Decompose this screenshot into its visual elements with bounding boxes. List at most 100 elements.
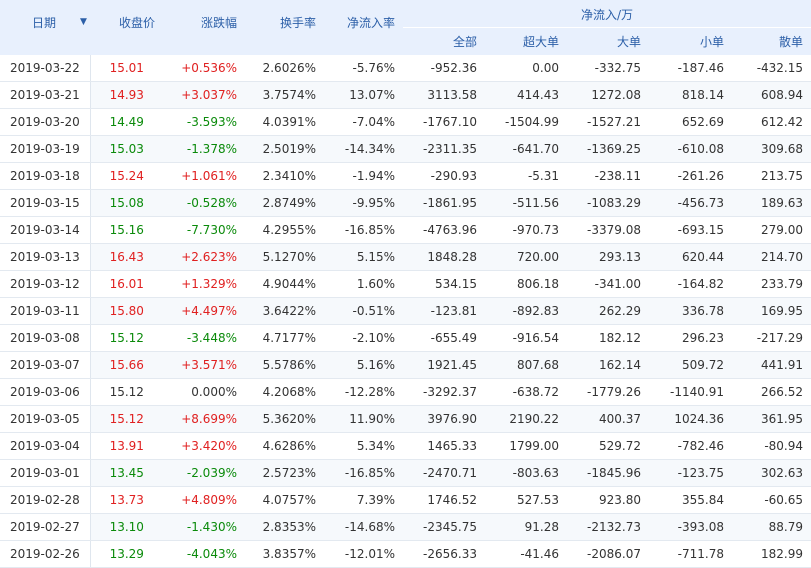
cell-retail: 233.79 (732, 270, 811, 298)
cell-turnover: 4.0757% (245, 486, 324, 514)
cell-small: 818.14 (649, 81, 732, 109)
cell-date: 2019-02-27 (0, 513, 91, 541)
table-row: 2019-03-04 13.91 +3.420% 4.6286% 5.34% 1465.3… (0, 432, 811, 460)
cell-turnover: 5.3620% (245, 405, 324, 433)
header-change[interactable]: 涨跌幅 (163, 0, 245, 55)
cell-super-large: -970.73 (485, 216, 567, 244)
cell-netflow-rate: -12.28% (324, 378, 403, 406)
cell-retail: 309.68 (732, 135, 811, 163)
header-super-large[interactable]: 超大单 (485, 27, 567, 55)
cell-date: 2019-03-11 (0, 297, 91, 325)
cell-close: 13.10 (90, 513, 163, 541)
cell-large: -1779.26 (567, 378, 649, 406)
cell-small: -393.08 (649, 513, 732, 541)
cell-date: 2019-03-05 (0, 405, 91, 433)
table-row: 2019-03-07 15.66 +3.571% 5.5786% 5.16% 1921.4… (0, 351, 811, 379)
header-turnover[interactable]: 换手率 (245, 0, 324, 55)
table-row: 2019-03-11 15.80 +4.497% 3.6422% -0.51% -123.… (0, 297, 811, 325)
cell-change: -7.730% (163, 216, 245, 244)
header-netflow-rate[interactable]: 净流入率 (324, 0, 403, 55)
cell-small: -123.75 (649, 459, 732, 487)
cell-super-large: 807.68 (485, 351, 567, 379)
cell-close: 14.93 (90, 81, 163, 109)
cell-retail: -60.65 (732, 486, 811, 514)
cell-close: 15.12 (90, 378, 163, 406)
cell-netflow-rate: -1.94% (324, 162, 403, 190)
cell-all: 1746.52 (403, 486, 485, 514)
cell-super-large: -916.54 (485, 324, 567, 352)
cell-turnover: 5.5786% (245, 351, 324, 379)
cell-large: -1369.25 (567, 135, 649, 163)
cell-retail: 169.95 (732, 297, 811, 325)
cell-all: -2311.35 (403, 135, 485, 163)
cell-small: -782.46 (649, 432, 732, 460)
cell-close: 13.29 (90, 540, 163, 568)
table-row: 2019-03-05 15.12 +8.699% 5.3620% 11.90% 3976.… (0, 405, 811, 433)
header-large[interactable]: 大单 (567, 27, 649, 55)
cell-small: -261.26 (649, 162, 732, 190)
table-row: 2019-03-13 16.43 +2.623% 5.1270% 5.15% 1848.2… (0, 243, 811, 271)
cell-turnover: 3.6422% (245, 297, 324, 325)
cell-all: 1848.28 (403, 243, 485, 271)
cell-date: 2019-03-12 (0, 270, 91, 298)
cell-turnover: 5.1270% (245, 243, 324, 271)
cell-netflow-rate: -0.51% (324, 297, 403, 325)
table-row: 2019-03-01 13.45 -2.039% 2.5723% -16.85% -247… (0, 459, 811, 487)
cell-date: 2019-03-21 (0, 81, 91, 109)
header-small[interactable]: 小单 (649, 27, 732, 55)
cell-retail: 214.70 (732, 243, 811, 271)
cell-retail: 182.99 (732, 540, 811, 568)
table-row: 2019-02-28 13.73 +4.809% 4.0757% 7.39% 1746.5… (0, 486, 811, 514)
header-all[interactable]: 全部 (403, 27, 485, 55)
cell-close: 13.45 (90, 459, 163, 487)
cell-super-large: -638.72 (485, 378, 567, 406)
cell-change: +2.623% (163, 243, 245, 271)
header-date[interactable]: 日期 ▼ (0, 0, 90, 55)
header-retail[interactable]: 散单 (732, 27, 811, 55)
cell-close: 15.08 (90, 189, 163, 217)
cell-retail: 302.63 (732, 459, 811, 487)
table-body: 2019-03-22 15.01 +0.536% 2.6026% -5.76% -952.… (0, 54, 811, 568)
cell-close: 15.12 (90, 324, 163, 352)
cell-super-large: -803.63 (485, 459, 567, 487)
cell-retail: 441.91 (732, 351, 811, 379)
cell-netflow-rate: -9.95% (324, 189, 403, 217)
cell-large: 400.37 (567, 405, 649, 433)
cell-super-large: 2190.22 (485, 405, 567, 433)
cell-date: 2019-03-07 (0, 351, 91, 379)
cell-close: 15.12 (90, 405, 163, 433)
cell-turnover: 2.5019% (245, 135, 324, 163)
cell-close: 15.80 (90, 297, 163, 325)
table-row: 2019-03-22 15.01 +0.536% 2.6026% -5.76% -952.… (0, 54, 811, 82)
cell-all: 534.15 (403, 270, 485, 298)
cell-date: 2019-02-28 (0, 486, 91, 514)
cell-large: -332.75 (567, 54, 649, 82)
cell-date: 2019-03-01 (0, 459, 91, 487)
table-row: 2019-02-27 13.10 -1.430% 2.8353% -14.68% -234… (0, 513, 811, 541)
cell-netflow-rate: 1.60% (324, 270, 403, 298)
cell-retail: 612.42 (732, 108, 811, 136)
cell-close: 15.16 (90, 216, 163, 244)
cell-close: 16.01 (90, 270, 163, 298)
cell-retail: -217.29 (732, 324, 811, 352)
header-close[interactable]: 收盘价 (90, 0, 163, 55)
cell-close: 15.24 (90, 162, 163, 190)
cell-retail: 266.52 (732, 378, 811, 406)
cell-large: -1527.21 (567, 108, 649, 136)
cell-super-large: -5.31 (485, 162, 567, 190)
cell-all: 1921.45 (403, 351, 485, 379)
cell-all: -655.49 (403, 324, 485, 352)
table-row: 2019-03-20 14.49 -3.593% 4.0391% -7.04% -1767… (0, 108, 811, 136)
sort-down-arrow-icon[interactable]: ▼ (80, 17, 87, 27)
cell-all: 3113.58 (403, 81, 485, 109)
cell-all: -4763.96 (403, 216, 485, 244)
cell-large: 923.80 (567, 486, 649, 514)
cell-small: 652.69 (649, 108, 732, 136)
cell-change: +4.497% (163, 297, 245, 325)
cell-date: 2019-03-06 (0, 378, 91, 406)
cell-small: -610.08 (649, 135, 732, 163)
cell-super-large: -892.83 (485, 297, 567, 325)
cell-all: -290.93 (403, 162, 485, 190)
cell-netflow-rate: 7.39% (324, 486, 403, 514)
cell-change: -0.528% (163, 189, 245, 217)
